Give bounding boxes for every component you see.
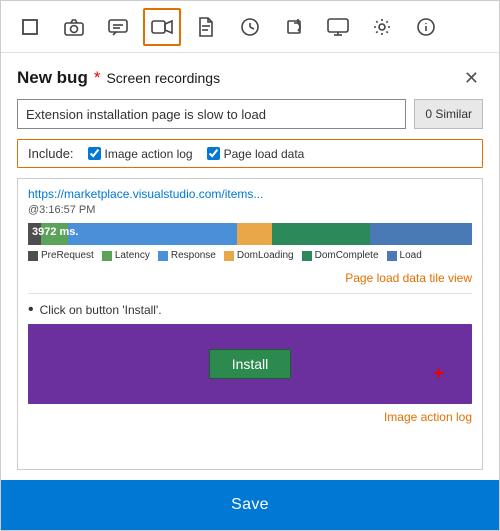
- legend-prerequest-label: PreRequest: [41, 250, 94, 261]
- legend-prerequest: PreRequest: [28, 250, 94, 261]
- video-record-icon[interactable]: [143, 8, 181, 46]
- legend-load: Load: [387, 250, 422, 261]
- close-button[interactable]: ✕: [460, 67, 483, 89]
- page-load-annotation: Page load data tile view: [345, 271, 472, 285]
- legend-domloading-color: [224, 251, 234, 261]
- include-section: Include: Image action log Page load data: [17, 139, 483, 168]
- image-action-log-checkbox-group: Image action log: [88, 147, 193, 161]
- legend-latency: Latency: [102, 250, 150, 261]
- response-bar: [68, 223, 237, 245]
- page-load-annotation-row: Page load data tile view: [28, 271, 472, 285]
- page-load-data-checkbox[interactable]: [207, 147, 220, 160]
- search-input[interactable]: [17, 99, 406, 129]
- page-load-link[interactable]: https://marketplace.visualstudio.com/ite…: [28, 187, 472, 201]
- bullet-point: •: [28, 302, 34, 318]
- content-area: New bug * Screen recordings ✕ 0 Similar …: [1, 53, 499, 480]
- save-button[interactable]: Save: [231, 496, 269, 514]
- monitor-icon[interactable]: [319, 8, 357, 46]
- comment-icon[interactable]: [99, 8, 137, 46]
- include-label: Include:: [28, 146, 74, 161]
- legend-response: Response: [158, 250, 216, 261]
- cursor-cross-icon: +: [433, 364, 444, 382]
- clock-icon[interactable]: [231, 8, 269, 46]
- legend-latency-label: Latency: [115, 250, 150, 261]
- screen-recordings-label: Screen recordings: [106, 70, 220, 86]
- main-window: New bug * Screen recordings ✕ 0 Similar …: [0, 0, 500, 531]
- image-action-log-checkbox[interactable]: [88, 147, 101, 160]
- gear-icon[interactable]: [363, 8, 401, 46]
- required-asterisk: *: [94, 68, 101, 88]
- install-button-mock[interactable]: Install: [209, 349, 292, 379]
- bar-legend: PreRequest Latency Response DomLoading: [28, 250, 472, 261]
- legend-domloading: DomLoading: [224, 250, 294, 261]
- action-step: • Click on button 'Install'.: [28, 302, 472, 318]
- recordings-area: https://marketplace.visualstudio.com/ite…: [17, 178, 483, 470]
- legend-domcomplete-label: DomComplete: [315, 250, 379, 261]
- page-load-data-checkbox-group: Page load data: [207, 147, 305, 161]
- bar-duration-label: 3972 ms.: [32, 226, 78, 238]
- camera-icon[interactable]: [55, 8, 93, 46]
- image-log-annotation-row: Image action log: [28, 410, 472, 424]
- similar-button[interactable]: 0 Similar: [414, 99, 483, 129]
- bar-chart: 3972 ms.: [28, 223, 472, 245]
- legend-response-label: Response: [171, 250, 216, 261]
- search-row: 0 Similar: [17, 99, 483, 129]
- legend-load-color: [387, 251, 397, 261]
- crop-rotate-icon[interactable]: [275, 8, 313, 46]
- page-icon[interactable]: [187, 8, 225, 46]
- legend-prerequest-color: [28, 251, 38, 261]
- screenshot-area: Install +: [28, 324, 472, 404]
- header-row: New bug * Screen recordings ✕: [17, 67, 483, 89]
- tile-divider: [28, 293, 472, 294]
- image-action-log-label: Image action log: [105, 147, 193, 161]
- load-bar: [370, 223, 472, 245]
- bar-chart-container: 3972 ms.: [28, 221, 472, 245]
- domloading-bar: [237, 223, 273, 245]
- toolbar: [1, 1, 499, 53]
- save-bar: Save: [1, 480, 499, 530]
- domcomplete-bar: [272, 223, 370, 245]
- legend-load-label: Load: [400, 250, 422, 261]
- legend-response-color: [158, 251, 168, 261]
- header-left: New bug * Screen recordings: [17, 68, 220, 88]
- page-load-data-label: Page load data: [224, 147, 305, 161]
- page-title: New bug: [17, 68, 88, 88]
- info-icon[interactable]: [407, 8, 445, 46]
- legend-domcomplete-color: [302, 251, 312, 261]
- image-action-log-annotation: Image action log: [384, 410, 472, 424]
- action-log-section: • Click on button 'Install'. Install + I…: [28, 302, 472, 424]
- legend-domcomplete: DomComplete: [302, 250, 379, 261]
- page-load-timestamp: @3:16:57 PM: [28, 204, 472, 216]
- action-step-text: Click on button 'Install'.: [40, 303, 162, 317]
- legend-domloading-label: DomLoading: [237, 250, 294, 261]
- page-load-tile: https://marketplace.visualstudio.com/ite…: [28, 187, 472, 261]
- legend-latency-color: [102, 251, 112, 261]
- square-icon[interactable]: [11, 8, 49, 46]
